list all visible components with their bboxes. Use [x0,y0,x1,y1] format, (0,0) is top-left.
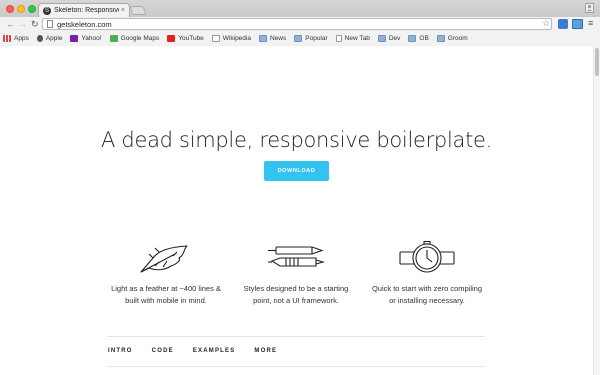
bookmark-star-icon[interactable]: ☆ [542,18,550,29]
bookmark-label: Apple [45,35,63,42]
bookmark-item[interactable]: Google Maps [109,35,160,42]
page-scrollbar[interactable] [593,46,600,375]
nav-link-more[interactable]: MORE [254,348,277,354]
download-button[interactable]: DOWNLOAD [264,161,329,181]
hero: A dead simple, responsive boilerplate. [0,128,593,152]
bookmark-label: Yahoo! [81,35,102,42]
chrome-menu-icon[interactable]: ≡ [588,18,593,28]
bookmark-label: OB [419,35,429,42]
bookmark-item[interactable]: Apps [3,35,29,42]
maps-icon [109,35,118,42]
nav-divider-top [107,336,485,337]
bookmark-item[interactable]: Groom [436,35,468,42]
close-window-button[interactable] [6,5,14,13]
bookmark-label: Dev [388,35,401,42]
bookmark-item[interactable]: News [258,35,287,42]
extension-icon[interactable] [558,19,568,29]
folder-icon [294,35,303,42]
browser-toolbar: ← → ↻ getskeleton.com ☆ ≡ [0,17,600,31]
bookmark-item[interactable]: Wikipedia [211,35,251,42]
scrollbar-thumb[interactable] [595,48,599,76]
folder-icon [436,35,445,42]
url-text: getskeleton.com [57,19,112,29]
bookmarks-bar: Apps Apple Yahoo! Google Maps YouTube Wikiped… [0,31,600,46]
browser-chrome: S Skeleton: Responsive CSS × ← → ↻ getsk… [0,0,600,46]
bookmark-item[interactable]: Dev [377,35,401,42]
skeleton-favicon-icon: S [43,6,51,15]
apple-icon [36,35,43,42]
bookmark-label: Groom [447,35,468,42]
bookmark-item[interactable]: YouTube [167,35,204,42]
bookmark-label: Apps [14,35,29,42]
page-info-icon[interactable] [47,20,53,28]
nav-link-examples[interactable]: EXAMPLES [193,348,236,354]
nav-link-code[interactable]: CODE [152,348,174,354]
new-tab-button[interactable] [129,6,147,15]
tab-skeleton[interactable]: S Skeleton: Responsive CSS × [38,3,130,17]
reload-icon[interactable]: ↻ [31,19,39,29]
bookmark-item[interactable]: Yahoo! [70,35,102,42]
bookmark-label: YouTube [178,35,204,42]
tab-strip: S Skeleton: Responsive CSS × [0,0,600,17]
youtube-icon [167,35,176,42]
bookmark-label: News [269,35,287,42]
tab-title: Skeleton: Responsive CSS [54,7,119,14]
feature-light-text: Light as a feather at ~400 lines & built… [111,284,221,305]
feather-icon [140,245,188,273]
bookmark-label: Google Maps [120,35,160,42]
yahoo-icon [70,35,79,42]
wikipedia-icon [211,35,220,42]
nav-divider-bottom [107,366,485,367]
bookmark-label: New Tab [344,35,370,42]
page-icon [335,35,342,42]
bookmark-item[interactable]: OB [408,35,429,42]
watch-icon [399,241,455,273]
cast-extension-icon[interactable] [572,19,583,29]
back-arrow-icon[interactable]: ← [6,19,15,29]
nav-link-intro[interactable]: INTRO [108,348,133,354]
profile-icon[interactable] [585,3,594,13]
folder-icon [258,35,267,42]
bookmark-label: Popular [305,35,328,42]
folder-icon [377,35,386,42]
feature-styles-text: Styles designed to be a starting point, … [243,284,349,305]
bookmark-item[interactable]: Popular [294,35,328,42]
bookmark-item[interactable]: Apple [36,35,63,42]
zoom-window-button[interactable] [28,5,36,13]
bookmark-label: Wikipedia [222,35,251,42]
section-nav: INTRO CODE EXAMPLES MORE [108,348,296,354]
pen-icon [268,246,326,267]
minimize-window-button[interactable] [17,5,25,13]
page-headline: A dead simple, responsive boilerplate. [100,128,492,152]
forward-arrow-icon[interactable]: → [18,19,27,29]
address-bar[interactable]: getskeleton.com [42,18,552,30]
apps-icon [3,35,11,42]
bookmark-item[interactable]: New Tab [335,35,370,42]
tab-close-icon[interactable]: × [121,7,125,14]
feature-quick-text: Quick to start with zero compiling or in… [371,284,483,305]
folder-icon [408,35,417,42]
